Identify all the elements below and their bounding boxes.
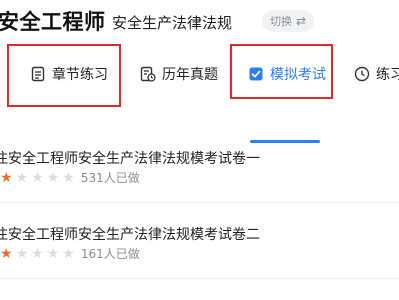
clock-icon (354, 66, 370, 82)
tab-past-papers[interactable]: 历年真题 (140, 50, 218, 98)
subject-name: 安全生产法律法规 (112, 14, 233, 32)
done-count: 531人已做 (80, 171, 140, 185)
difficulty-stars: ★ ★ ★ ★ ★ (0, 247, 75, 261)
star-icon: ★ (46, 245, 60, 262)
switch-subject-button[interactable]: 切换 ⇄ (262, 10, 315, 32)
tab-mock-exam[interactable]: 模拟考试 (248, 50, 326, 98)
star-icon: ★ (15, 169, 29, 186)
tab-label: 模拟考试 (270, 67, 326, 83)
star-icon: ★ (0, 245, 13, 262)
difficulty-stars: ★ ★ ★ ★ ★ (0, 171, 75, 185)
shield-check-icon (248, 66, 264, 82)
star-icon: ★ (46, 169, 60, 186)
tab-label: 练习 (376, 67, 399, 83)
exam-list-item[interactable]: 注安全工程师安全生产法律法规模考试卷二 ★ ★ ★ ★ ★ 161人已做 (0, 216, 399, 276)
swap-icon: ⇄ (296, 14, 307, 28)
divider (0, 278, 399, 279)
exam-title: 注安全工程师安全生产法律法规模考试卷一 (0, 151, 260, 167)
tab-bar: 章节练习 历年真题 模拟考试 练习 (0, 50, 399, 143)
exam-meta: ★ ★ ★ ★ ★ 161人已做 (0, 245, 140, 262)
star-icon: ★ (31, 169, 44, 186)
star-icon: ★ (31, 245, 44, 262)
exam-meta: ★ ★ ★ ★ ★ 531人已做 (0, 169, 140, 186)
divider (0, 202, 399, 203)
tab-chapter-practice[interactable]: 章节练习 (30, 50, 108, 98)
header: 安全工程师 安全生产法律法规 切换 ⇄ (0, 0, 399, 42)
star-icon: ★ (15, 245, 29, 262)
star-icon: ★ (0, 169, 13, 186)
document-icon (30, 66, 46, 82)
switch-label: 切换 (270, 15, 292, 28)
exam-list-item[interactable]: 注安全工程师安全生产法律法规模考试卷一 ★ ★ ★ ★ ★ 531人已做 (0, 140, 399, 200)
tab-practice[interactable]: 练习 (354, 50, 399, 98)
tab-label: 历年真题 (162, 67, 218, 83)
exam-title: 注安全工程师安全生产法律法规模考试卷二 (0, 227, 260, 243)
page-title: 安全工程师 (0, 10, 106, 34)
star-icon: ★ (62, 245, 75, 262)
tab-label: 章节练习 (52, 67, 108, 83)
done-count: 161人已做 (80, 247, 140, 261)
paper-history-icon (140, 66, 156, 82)
star-icon: ★ (62, 169, 75, 186)
